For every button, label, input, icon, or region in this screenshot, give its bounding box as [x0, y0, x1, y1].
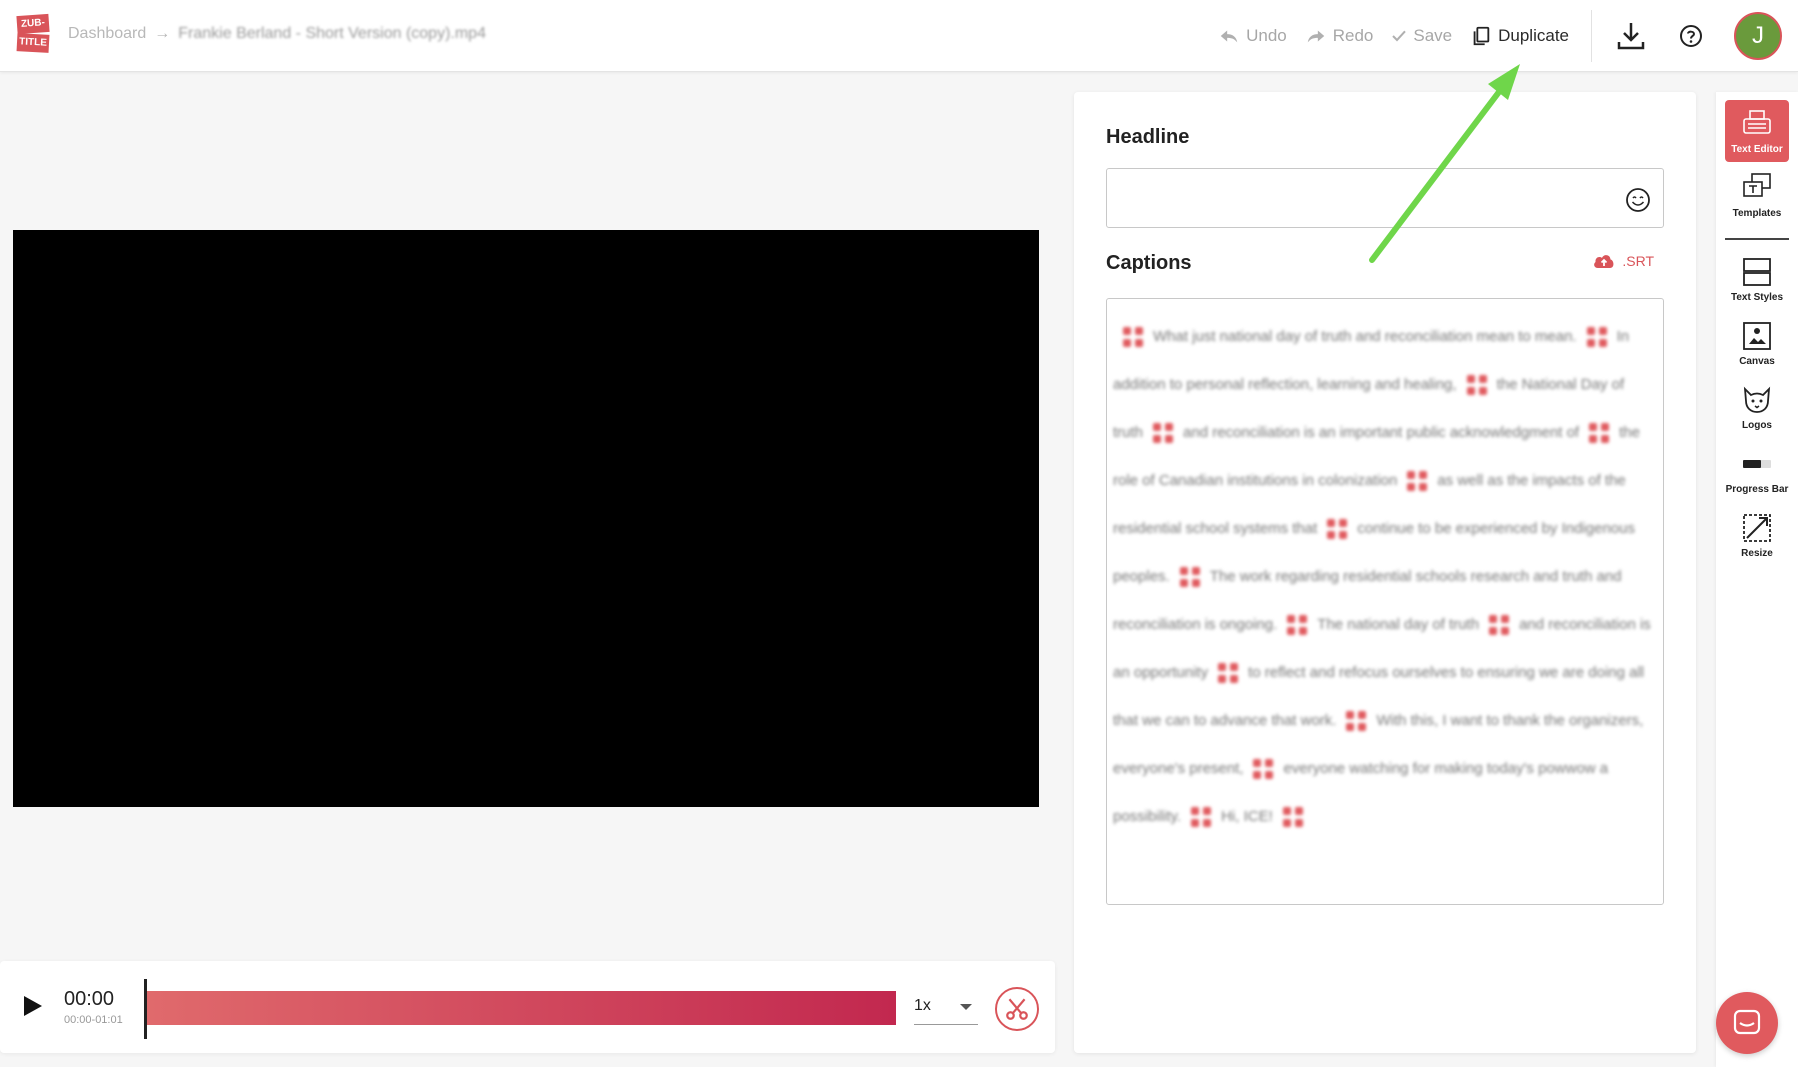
help-icon: [1680, 25, 1702, 47]
chevron-down-icon: [960, 1004, 972, 1010]
logo-text-bottom: TITLE: [16, 33, 50, 53]
headline-input[interactable]: [1106, 168, 1664, 228]
editor-toolbar: Undo Redo Save Duplicate J: [1218, 0, 1798, 72]
caption-segment[interactable]: Hi, ICE!: [1221, 808, 1273, 825]
sidebar-item-text-styles[interactable]: Text Styles: [1725, 248, 1789, 310]
canvas-icon: [1743, 321, 1771, 350]
headline-heading: Headline: [1106, 126, 1190, 148]
toolbar-divider: [1591, 10, 1592, 62]
sidebar-item-label: Templates: [1732, 207, 1782, 219]
tools-sidebar: Text Editor Templates Text Styles Canvas…: [1716, 92, 1798, 1067]
captions-text: What just national day of truth and reco…: [1113, 313, 1657, 841]
caption-segment-marker[interactable]: [1466, 375, 1487, 396]
sidebar-divider: [1725, 238, 1789, 240]
caption-segment-marker[interactable]: [1407, 471, 1428, 492]
duplicate-button[interactable]: Duplicate: [1470, 25, 1569, 47]
resize-icon: [1743, 513, 1771, 542]
srt-label: .SRT: [1622, 253, 1654, 269]
text-styles-icon: [1743, 257, 1771, 286]
sidebar-item-logos[interactable]: Logos: [1725, 376, 1789, 438]
caption-segment-marker[interactable]: [1179, 567, 1200, 588]
top-bar: ZUB- TITLE Dashboard → Frankie Berland -…: [0, 0, 1798, 72]
sidebar-item-label: Resize: [1741, 547, 1773, 559]
caption-segment-marker[interactable]: [1586, 327, 1607, 348]
undo-icon: [1220, 30, 1238, 43]
video-player-controls: 00:00 00:00-01:01 1x: [0, 961, 1055, 1053]
scissors-icon: [1006, 998, 1028, 1020]
caption-segment-marker[interactable]: [1153, 423, 1174, 444]
caption-segment-marker[interactable]: [1327, 519, 1348, 540]
caption-segment-marker[interactable]: [1346, 711, 1367, 732]
time-range: 00:00-01:01: [64, 1014, 123, 1026]
redo-icon: [1307, 30, 1324, 43]
redo-label: Redo: [1332, 26, 1374, 45]
duplicate-icon: [1473, 26, 1490, 46]
timeline-bar[interactable]: [147, 991, 896, 1025]
caption-segment-marker[interactable]: [1589, 423, 1610, 444]
trim-button[interactable]: [995, 987, 1039, 1031]
play-icon[interactable]: [22, 994, 44, 1018]
playback-speed-value: 1x: [914, 997, 931, 1014]
video-preview[interactable]: [13, 230, 1039, 807]
text-editor-panel: Headline Captions .SRT What just nationa…: [1074, 92, 1696, 1053]
undo-label: Undo: [1246, 26, 1287, 45]
save-button[interactable]: Save: [1391, 26, 1452, 46]
sidebar-item-text-editor[interactable]: Text Editor: [1725, 100, 1789, 162]
sidebar-item-canvas[interactable]: Canvas: [1725, 312, 1789, 374]
user-avatar[interactable]: J: [1734, 12, 1782, 60]
sidebar-item-label: Canvas: [1739, 355, 1775, 367]
logos-icon: [1743, 386, 1771, 413]
breadcrumb: Dashboard → Frankie Berland - Short Vers…: [68, 25, 486, 43]
typewriter-icon: [1743, 109, 1771, 134]
download-icon: [1617, 23, 1645, 50]
emoji-picker-icon[interactable]: [1625, 187, 1651, 213]
captions-textarea[interactable]: What just national day of truth and reco…: [1106, 298, 1664, 905]
sidebar-item-label: Text Styles: [1730, 291, 1784, 303]
breadcrumb-separator: →: [154, 25, 171, 42]
sidebar-item-templates[interactable]: Templates: [1725, 164, 1789, 226]
playback-speed-select[interactable]: 1x: [914, 997, 978, 1025]
undo-button[interactable]: Undo: [1218, 25, 1287, 47]
caption-segment-marker[interactable]: [1218, 663, 1239, 684]
redo-button[interactable]: Redo: [1305, 25, 1374, 47]
duplicate-label: Duplicate: [1498, 26, 1569, 45]
captions-heading: Captions: [1106, 252, 1192, 274]
sidebar-item-label: Progress Bar: [1725, 483, 1789, 495]
help-button[interactable]: [1674, 19, 1708, 53]
current-time: 00:00: [64, 988, 115, 1010]
sidebar-item-label: Text Editor: [1731, 143, 1783, 155]
caption-segment-marker[interactable]: [1191, 807, 1212, 828]
caption-segment-marker[interactable]: [1282, 807, 1303, 828]
caption-segment-marker[interactable]: [1287, 615, 1308, 636]
caption-segment-marker[interactable]: [1123, 327, 1143, 348]
check-icon: [1392, 30, 1407, 42]
caption-segment-marker[interactable]: [1489, 615, 1510, 636]
caption-segment[interactable]: What just national day of truth and reco…: [1153, 328, 1577, 345]
caption-segment-marker[interactable]: [1253, 759, 1274, 780]
breadcrumb-file-name: Frankie Berland - Short Version (copy).m…: [178, 25, 486, 42]
save-label: Save: [1413, 26, 1453, 45]
logo-text-top: ZUB-: [16, 13, 50, 35]
upload-srt-button[interactable]: .SRT: [1592, 252, 1654, 270]
chat-icon: [1733, 1009, 1761, 1035]
download-button[interactable]: [1614, 19, 1648, 53]
sidebar-item-label: Logos: [1742, 419, 1772, 431]
chat-support-button[interactable]: [1716, 992, 1778, 1054]
caption-segment[interactable]: and reconciliation is an important publi…: [1183, 424, 1579, 441]
sidebar-item-resize[interactable]: Resize: [1725, 504, 1789, 566]
cloud-upload-icon: [1594, 255, 1614, 268]
templates-icon: [1743, 172, 1771, 197]
caption-segment[interactable]: The national day of truth: [1317, 616, 1479, 633]
breadcrumb-dashboard-link[interactable]: Dashboard: [68, 25, 146, 43]
sidebar-item-progress-bar[interactable]: Progress Bar: [1725, 440, 1789, 502]
zubtitle-logo[interactable]: ZUB- TITLE: [16, 13, 50, 53]
progress-bar-icon: [1743, 459, 1771, 468]
